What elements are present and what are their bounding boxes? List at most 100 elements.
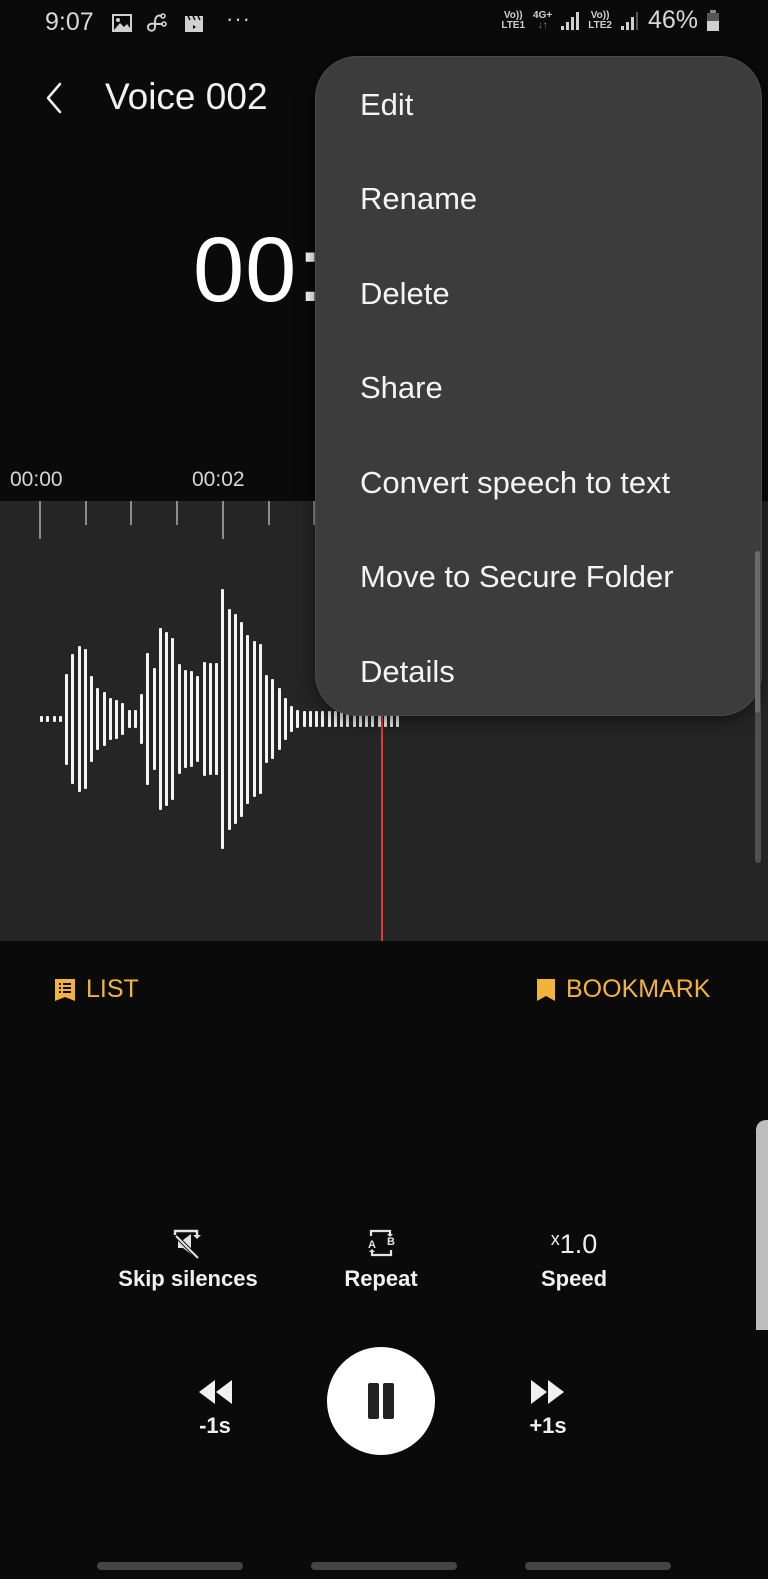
overflow-menu: Edit Rename Delete Share Convert speech … [315, 56, 762, 716]
menu-item-delete[interactable]: Delete [360, 247, 740, 341]
svg-text:A: A [368, 1239, 376, 1251]
timeline-label: 00:02 [192, 468, 245, 491]
waveform-bar [102, 691, 106, 747]
nav-recents-button[interactable] [97, 1562, 243, 1570]
waveform-bar [321, 711, 325, 727]
waveform-bar [240, 621, 243, 817]
waveform-bar [165, 631, 168, 807]
nav-home-button[interactable] [311, 1562, 457, 1570]
waveform-bar [296, 709, 300, 729]
waveform-bar [333, 711, 337, 727]
waveform-bar [121, 703, 125, 735]
waveform-bar [146, 652, 150, 786]
playhead[interactable] [381, 701, 383, 941]
menu-item-edit[interactable]: Edit [360, 58, 740, 152]
svg-text:B: B [387, 1236, 395, 1248]
status-bar: 9:07 ··· Vo)) LTE1 4G+ ↓↑ Vo)) LTE2 46% [0, 0, 768, 48]
waveform-bar [271, 678, 275, 760]
waveform-bar [115, 699, 118, 739]
waveform-bar [108, 698, 112, 740]
menu-item-secure-folder[interactable]: Move to Secure Folder [360, 530, 740, 624]
elapsed-timer: 00: [193, 219, 324, 321]
timeline-minor-tick [130, 501, 132, 525]
waveform-bar [46, 716, 50, 722]
forward-label: +1s [529, 1413, 567, 1438]
timeline-minor-tick [268, 501, 270, 525]
menu-item-details[interactable]: Details [360, 625, 740, 719]
waveform-bar [171, 638, 175, 800]
waveform-bar [96, 687, 100, 751]
more-notifications-icon: ··· [226, 6, 251, 31]
battery-percent: 46% [647, 6, 698, 34]
repeat-button[interactable]: A B Repeat [291, 1222, 471, 1292]
recording-title: Voice 002 [105, 76, 268, 117]
video-clapper-icon [185, 15, 203, 32]
timeline-major-tick [222, 501, 224, 539]
waveform-bar [221, 589, 225, 849]
waveform-bar [152, 668, 156, 770]
waveform-bar [233, 613, 237, 825]
back-button[interactable] [40, 78, 70, 118]
waveform-bar [302, 711, 306, 727]
gallery-icon [112, 14, 132, 32]
sim2-volte-indicator: Vo)) LTE2 [588, 9, 612, 31]
waveform-bar [202, 661, 206, 777]
waveform-bar [71, 654, 75, 784]
speed-value: x1.0 [550, 1229, 598, 1259]
waveform-bar [40, 716, 43, 722]
pause-button[interactable] [327, 1347, 435, 1455]
timeline-minor-tick [85, 501, 87, 525]
status-time: 9:07 [45, 8, 94, 36]
list-button[interactable]: LIST [54, 975, 139, 1004]
waveform-bar [258, 643, 262, 795]
waveform-bar [215, 663, 218, 775]
skip-silences-label: Skip silences [118, 1266, 258, 1291]
waveform-bar [277, 687, 281, 751]
bookmark-icon [537, 978, 555, 1001]
forward-button[interactable]: +1s [508, 1378, 588, 1439]
menu-item-convert-speech[interactable]: Convert speech to text [360, 436, 740, 530]
waveform-bar [283, 698, 287, 740]
waveform-bar [90, 676, 93, 762]
waveform-bar [227, 608, 231, 830]
waveform-bar [140, 694, 143, 744]
repeat-label: Repeat [344, 1266, 418, 1291]
menu-item-rename[interactable]: Rename [360, 152, 740, 246]
waveform-bar [52, 716, 56, 722]
signal-sim1-icon [561, 11, 580, 30]
menu-item-share[interactable]: Share [360, 341, 740, 435]
bookmark-label: BOOKMARK [566, 975, 711, 1003]
nav-back-button[interactable] [525, 1562, 671, 1570]
waveform-bar [308, 711, 312, 727]
waveform-bar [290, 706, 293, 732]
waveform-bar [133, 709, 137, 729]
speed-button[interactable]: x1.0 Speed [484, 1222, 664, 1292]
bookmark-button[interactable]: BOOKMARK [536, 975, 710, 1004]
chevron-left-icon [46, 82, 62, 114]
list-icon [55, 978, 75, 1001]
waveform-bar [246, 634, 250, 804]
skip-silences-button[interactable]: Skip silences [98, 1222, 278, 1292]
signal-sim2-icon [620, 11, 638, 30]
waveform-bar [265, 674, 268, 764]
rewind-button[interactable]: -1s [175, 1378, 255, 1439]
skip-silences-icon [173, 1229, 201, 1260]
menu-scrollbar[interactable] [755, 551, 760, 713]
network-type-indicator: 4G+ ↓↑ [533, 9, 553, 31]
status-right-group: Vo)) LTE1 4G+ ↓↑ Vo)) LTE2 46% [501, 6, 720, 35]
waveform-bar [208, 663, 212, 775]
waveform-bar [83, 648, 87, 790]
link-sharing-icon [146, 13, 167, 32]
waveform-bar [65, 673, 68, 765]
pause-icon [368, 1383, 379, 1419]
timeline-major-tick [39, 501, 41, 539]
waveform-bar [127, 709, 131, 729]
edge-panel-handle[interactable] [756, 1120, 768, 1330]
waveform-bar [77, 646, 81, 792]
timeline-label: 00:00 [10, 468, 63, 491]
waveform-bar [315, 711, 318, 727]
sim1-volte-indicator: Vo)) LTE1 [501, 9, 526, 31]
repeat-ab-icon: A B [368, 1229, 395, 1257]
rewind-label: -1s [199, 1413, 231, 1438]
battery-icon [707, 9, 719, 31]
